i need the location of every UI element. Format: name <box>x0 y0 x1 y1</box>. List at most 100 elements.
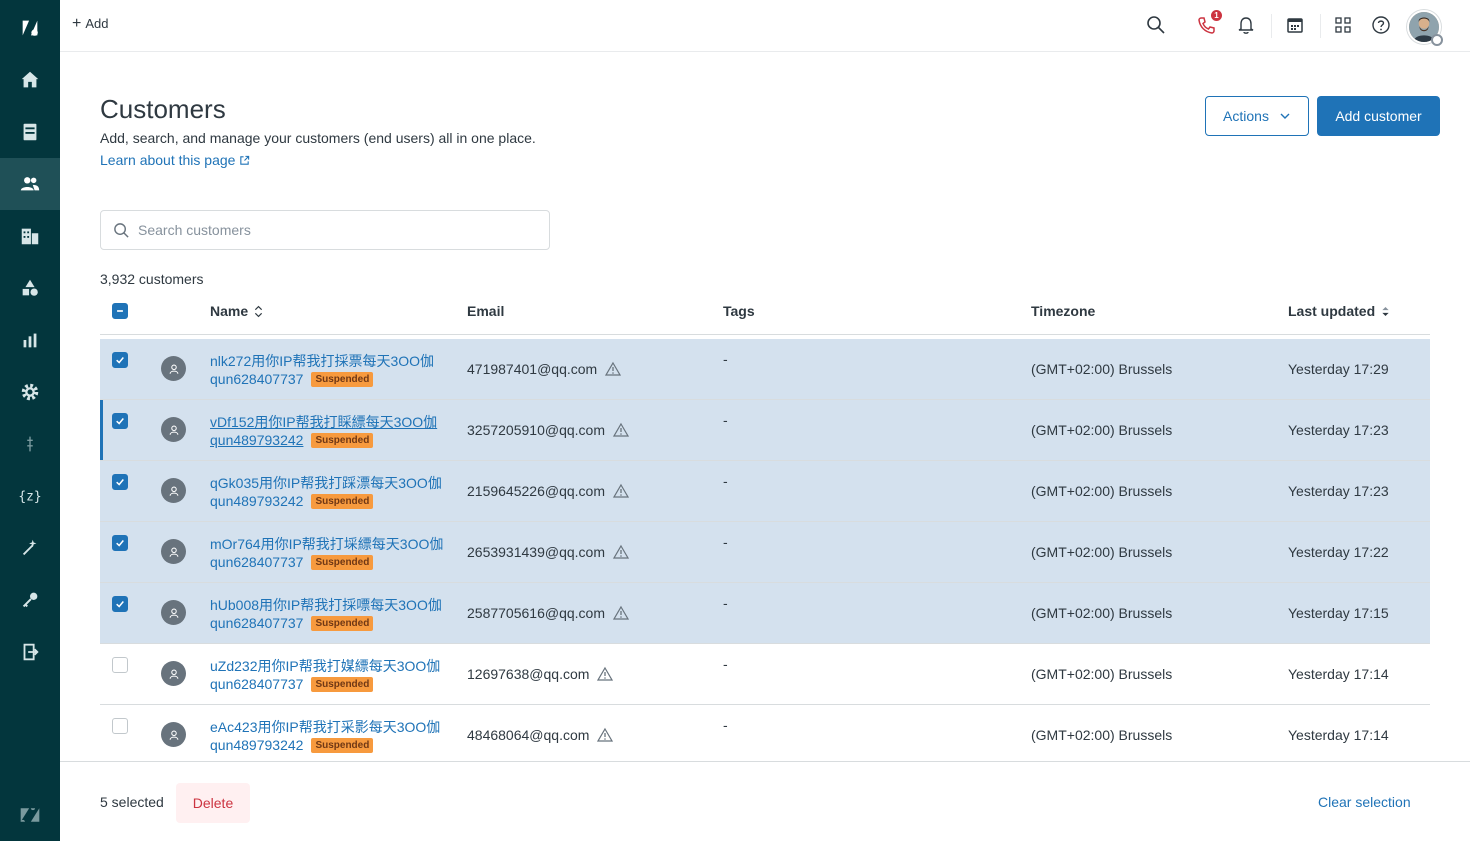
clear-selection-link[interactable]: Clear selection <box>1318 794 1411 810</box>
table-row[interactable]: qGk035用你IP帮我打踩漂每天3OO伽 qun489793242 Suspend… <box>100 461 1430 522</box>
select-all-checkbox[interactable] <box>112 303 128 319</box>
customer-name-secondary[interactable]: qun628407737 Suspended <box>210 371 374 387</box>
customer-name-link[interactable]: hUb008用你IP帮我打採嘌每天3OO伽 <box>210 595 442 615</box>
customer-name-secondary[interactable]: qun628407737 Suspended <box>210 554 374 570</box>
sort-descending-icon <box>1382 306 1389 316</box>
search-icon[interactable] <box>1145 14 1167 36</box>
customer-name-link[interactable]: uZd232用你IP帮我打媒縹每天3OO伽 <box>210 656 440 676</box>
magic-wand-icon[interactable] <box>0 522 60 574</box>
calendar-icon[interactable] <box>1284 14 1306 36</box>
external-link-icon <box>240 155 250 165</box>
customer-name-secondary[interactable]: qun628407737 Suspended <box>210 615 374 631</box>
customer-name-secondary[interactable]: qun489793242 Suspended <box>210 432 374 448</box>
warning-icon[interactable] <box>612 422 629 438</box>
svg-text:{z}: {z} <box>19 490 41 505</box>
add-customer-button[interactable]: Add customer <box>1317 96 1440 136</box>
column-header-last-updated[interactable]: Last updated <box>1288 303 1390 319</box>
warning-icon[interactable] <box>612 483 629 499</box>
warning-icon[interactable] <box>605 361 622 377</box>
row-checkbox[interactable] <box>112 596 128 612</box>
notification-count-badge: 1 <box>1211 10 1222 21</box>
help-icon[interactable] <box>1370 14 1392 36</box>
email-cell: 2653931439@qq.com <box>467 544 629 560</box>
key-icon[interactable] <box>0 574 60 626</box>
timezone-cell: (GMT+02:00) Brussels <box>1031 483 1173 499</box>
table-row[interactable]: eAc423用你IP帮我打采影每天3OO伽 qun489793242 Suspend… <box>100 705 1430 766</box>
customer-group-text: qun489793242 <box>210 432 304 448</box>
status-indicator <box>1431 34 1443 46</box>
tickets-icon[interactable] <box>0 106 60 158</box>
search-input[interactable] <box>138 222 518 238</box>
tags-cell: - <box>723 534 728 550</box>
table-row[interactable]: mOr764用你IP帮我打埰縹每天3OO伽 qun628407737 Suspend… <box>100 522 1430 583</box>
customer-name-link[interactable]: vDf152用你IP帮我打睬縹每天3OO伽 <box>210 412 437 432</box>
customer-name-secondary[interactable]: qun489793242 Suspended <box>210 493 374 509</box>
warning-icon[interactable] <box>597 727 614 743</box>
customer-name-link[interactable]: eAc423用你IP帮我打采影每天3OO伽 <box>210 717 440 737</box>
timezone-cell: (GMT+02:00) Brussels <box>1031 605 1173 621</box>
delete-button[interactable]: Delete <box>176 783 250 823</box>
search-customers-field[interactable] <box>100 210 550 250</box>
row-checkbox[interactable] <box>112 474 128 490</box>
timezone-cell: (GMT+02:00) Brussels <box>1031 727 1173 743</box>
product-tray-grid-icon[interactable] <box>1332 14 1354 36</box>
organizations-icon[interactable] <box>0 210 60 262</box>
home-icon[interactable] <box>0 54 60 106</box>
email-text: 48468064@qq.com <box>467 727 590 743</box>
reporting-icon[interactable] <box>0 314 60 366</box>
talk-phone-icon[interactable]: 1 <box>1196 10 1222 36</box>
marketplace-icon[interactable] <box>0 418 60 470</box>
add-label: Add <box>85 16 109 31</box>
table-row[interactable]: vDf152用你IP帮我打睬縹每天3OO伽 qun489793242 Suspend… <box>100 400 1430 461</box>
bulk-actions-bar: 5 selected Delete Clear selection <box>60 761 1470 841</box>
email-cell: 3257205910@qq.com <box>467 422 629 438</box>
zendesk-z-icon[interactable] <box>0 789 60 841</box>
column-header-name[interactable]: Name <box>210 303 263 319</box>
table-row[interactable]: uZd232用你IP帮我打媒縹每天3OO伽 qun628407737 Suspend… <box>100 644 1430 705</box>
actions-label: Actions <box>1223 108 1269 124</box>
bell-icon[interactable] <box>1235 14 1257 36</box>
warning-icon[interactable] <box>612 605 629 621</box>
export-icon[interactable] <box>0 626 60 678</box>
name-column-label: Name <box>210 303 249 319</box>
apps-builder-icon[interactable]: {z} <box>0 470 60 522</box>
customer-name-link[interactable]: qGk035用你IP帮我打踩漂每天3OO伽 <box>210 473 442 493</box>
warning-icon[interactable] <box>612 544 629 560</box>
settings-gear-icon[interactable] <box>0 366 60 418</box>
customer-avatar-icon <box>161 417 186 442</box>
search-icon <box>114 222 129 238</box>
actions-dropdown-button[interactable]: Actions <box>1205 96 1309 136</box>
tags-cell: - <box>723 595 728 611</box>
last-updated-cell: Yesterday 17:29 <box>1288 361 1389 377</box>
last-updated-cell: Yesterday 17:22 <box>1288 544 1389 560</box>
table-row[interactable]: hUb008用你IP帮我打採嘌每天3OO伽 qun628407737 Suspend… <box>100 583 1430 644</box>
customer-name-link[interactable]: mOr764用你IP帮我打埰縹每天3OO伽 <box>210 534 443 554</box>
last-updated-cell: Yesterday 17:23 <box>1288 483 1389 499</box>
learn-about-page-link[interactable]: Learn about this page <box>100 152 250 168</box>
objects-icon[interactable] <box>0 262 60 314</box>
suspended-badge: Suspended <box>311 493 374 509</box>
warning-icon[interactable] <box>597 666 614 682</box>
customer-name-secondary[interactable]: qun489793242 Suspended <box>210 737 374 753</box>
suspended-badge: Suspended <box>311 432 374 448</box>
divider <box>1320 14 1321 38</box>
row-checkbox[interactable] <box>112 657 128 673</box>
row-checkbox[interactable] <box>112 413 128 429</box>
email-cell: 471987401@qq.com <box>467 361 622 377</box>
page-subtitle: Add, search, and manage your customers (… <box>100 130 536 146</box>
customers-icon[interactable] <box>0 158 60 210</box>
suspended-badge: Suspended <box>311 371 374 387</box>
table-row[interactable]: nlk272用你IP帮我打採票每天3OO伽 qun628407737 Suspend… <box>100 339 1430 400</box>
customer-name-secondary[interactable]: qun628407737 Suspended <box>210 676 374 692</box>
add-button[interactable]: + Add <box>72 16 109 32</box>
row-checkbox[interactable] <box>112 535 128 551</box>
customer-group-text: qun628407737 <box>210 554 304 570</box>
selected-count: 5 selected <box>100 794 164 810</box>
email-text: 2653931439@qq.com <box>467 544 605 560</box>
row-checkbox[interactable] <box>112 718 128 734</box>
email-text: 3257205910@qq.com <box>467 422 605 438</box>
timezone-cell: (GMT+02:00) Brussels <box>1031 361 1173 377</box>
zendesk-logo-icon[interactable] <box>0 2 60 54</box>
customer-name-link[interactable]: nlk272用你IP帮我打採票每天3OO伽 <box>210 351 434 371</box>
row-checkbox[interactable] <box>112 352 128 368</box>
